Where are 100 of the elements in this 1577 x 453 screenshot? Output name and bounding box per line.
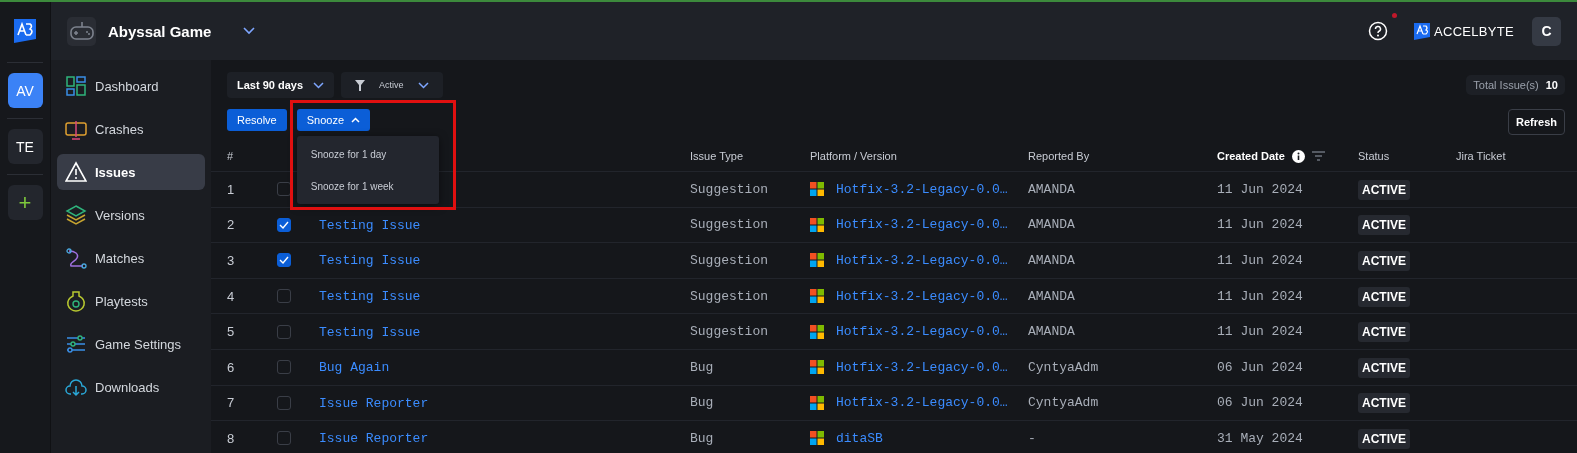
table-cell-text: 8 xyxy=(227,430,236,446)
issue-link[interactable]: Testing Issue xyxy=(319,217,421,233)
flask-icon xyxy=(65,290,87,312)
game-title[interactable]: Abyssal Game xyxy=(108,22,212,40)
chevron-down-icon[interactable] xyxy=(243,27,256,35)
version-link[interactable]: Hotfix-3.2-Legacy-0.0… xyxy=(836,359,1008,375)
period-dropdown[interactable]: Last 90 days xyxy=(227,72,335,98)
sidebar-item[interactable]: Game Settings xyxy=(57,326,205,362)
column-header[interactable]: Created Date xyxy=(1217,150,1285,162)
chevron-up-icon xyxy=(351,117,361,123)
windows-icon xyxy=(810,289,824,304)
table-cell-text: CyntyaAdm xyxy=(1028,359,1100,375)
status-filter-dropdown[interactable]: Active xyxy=(341,72,443,98)
table-cell-text: 11 Jun 2024 xyxy=(1217,181,1304,197)
version-link[interactable]: Hotfix-3.2-Legacy-0.0… xyxy=(836,181,1008,197)
table-cell-text: 06 Jun 2024 xyxy=(1217,395,1304,411)
table-cell-text: 06 Jun 2024 xyxy=(1217,359,1304,375)
table-cell-text: - xyxy=(1028,430,1037,446)
total-issues-badge: Total Issue(s) 10 xyxy=(1466,75,1565,95)
issue-link[interactable]: Issue Reporter xyxy=(319,431,429,447)
column-header[interactable]: Issue Type xyxy=(690,150,743,162)
row-checkbox[interactable] xyxy=(277,217,291,232)
row-checkbox[interactable] xyxy=(277,182,291,197)
column-header[interactable]: Reported By xyxy=(1028,150,1090,162)
sidebar-item[interactable]: Playtests xyxy=(57,283,205,319)
sidebar-item[interactable]: Issues xyxy=(57,154,205,190)
issue-link[interactable]: Testing Issue xyxy=(319,324,421,340)
row-checkbox[interactable] xyxy=(277,431,291,446)
windows-icon xyxy=(810,395,824,410)
workspace-tile[interactable]: TE xyxy=(7,129,43,164)
sort-icon[interactable] xyxy=(1311,151,1325,161)
snooze-button[interactable]: Snooze xyxy=(296,109,371,131)
cloud-download-icon xyxy=(65,376,87,398)
table-cell-text: 6 xyxy=(227,359,236,375)
row-checkbox[interactable] xyxy=(277,324,291,339)
table-cell-text: 7 xyxy=(227,395,236,411)
monitor-icon xyxy=(65,118,87,140)
table-cell-text: AMANDA xyxy=(1028,324,1076,340)
table-cell-text: Bug xyxy=(690,430,715,446)
column-header[interactable]: Platform / Version xyxy=(810,150,897,162)
version-link[interactable]: Hotfix-3.2-Legacy-0.0… xyxy=(836,253,1008,268)
row-checkbox[interactable] xyxy=(277,289,291,304)
table-cell-text: Suggestion xyxy=(690,288,769,304)
status-badge: ACTIVE xyxy=(1358,215,1410,236)
help-icon[interactable] xyxy=(1368,21,1388,41)
sidebar-item[interactable]: Versions xyxy=(57,197,205,233)
user-avatar[interactable]: C xyxy=(1532,16,1561,46)
table-cell-text: AMANDA xyxy=(1028,181,1076,197)
version-link[interactable]: Hotfix-3.2-Legacy-0.0… xyxy=(836,395,1008,411)
table-cell-text: 11 Jun 2024 xyxy=(1217,217,1304,233)
route-icon xyxy=(65,247,87,269)
table-cell-text: 5 xyxy=(227,324,236,340)
workspace-tile[interactable]: AV xyxy=(7,73,43,108)
sidebar-item[interactable]: Crashes xyxy=(57,111,205,147)
table-cell-text: 4 xyxy=(227,288,236,304)
version-link[interactable]: Hotfix-3.2-Legacy-0.0… xyxy=(836,288,1008,304)
status-badge: ACTIVE xyxy=(1358,179,1410,200)
chevron-down-icon xyxy=(417,81,429,89)
resolve-button[interactable]: Resolve xyxy=(227,109,287,131)
column-header[interactable]: Jira Ticket xyxy=(1456,150,1506,162)
row-checkbox[interactable] xyxy=(277,253,291,268)
status-badge: ACTIVE xyxy=(1358,393,1410,414)
windows-icon xyxy=(810,431,824,446)
layers-icon xyxy=(65,204,87,226)
table-cell-text: 11 Jun 2024 xyxy=(1217,324,1304,340)
sidebar-item[interactable]: Matches xyxy=(57,240,205,276)
version-link[interactable]: ditaSB xyxy=(836,430,883,446)
issue-link[interactable]: Testing Issue xyxy=(319,253,421,269)
column-header[interactable]: Status xyxy=(1358,150,1390,162)
table-cell-text: AMANDA xyxy=(1028,288,1076,304)
version-link[interactable]: Hotfix-3.2-Legacy-0.0… xyxy=(836,217,1008,233)
issue-link[interactable]: Testing Issue xyxy=(319,289,421,305)
sidebar-item[interactable]: Dashboard xyxy=(57,68,205,104)
info-icon[interactable] xyxy=(1291,149,1305,163)
row-checkbox[interactable] xyxy=(277,395,291,410)
status-badge: ACTIVE xyxy=(1358,357,1410,378)
filter-icon xyxy=(355,79,366,91)
issue-link[interactable]: Bug Again xyxy=(319,360,390,376)
menu-item[interactable]: Snooze for 1 week xyxy=(296,170,439,202)
windows-icon xyxy=(810,324,824,339)
row-checkbox[interactable] xyxy=(277,360,291,375)
table-cell-text: Suggestion xyxy=(690,181,769,197)
sidebar-item[interactable]: Downloads xyxy=(57,369,205,405)
table-cell-text: Bug xyxy=(690,359,715,375)
logo-icon xyxy=(1414,22,1430,40)
status-badge: ACTIVE xyxy=(1358,286,1410,307)
add-workspace-button[interactable]: + xyxy=(7,185,43,220)
status-badge: ACTIVE xyxy=(1358,428,1410,449)
menu-item[interactable]: Snooze for 1 day xyxy=(296,138,439,170)
table-cell-text: AMANDA xyxy=(1028,253,1076,268)
table-cell-text: 2 xyxy=(227,217,236,233)
table-cell-text: AMANDA xyxy=(1028,217,1076,233)
windows-icon xyxy=(810,182,824,197)
version-link[interactable]: Hotfix-3.2-Legacy-0.0… xyxy=(836,324,1008,340)
table-cell-text: 1 xyxy=(227,181,236,197)
refresh-button[interactable]: Refresh xyxy=(1508,109,1565,135)
logo-icon xyxy=(13,18,37,44)
gamepad-icon xyxy=(67,16,96,46)
table-cell-text: 31 May 2024 xyxy=(1217,430,1304,446)
issue-link[interactable]: Issue Reporter xyxy=(319,395,429,411)
